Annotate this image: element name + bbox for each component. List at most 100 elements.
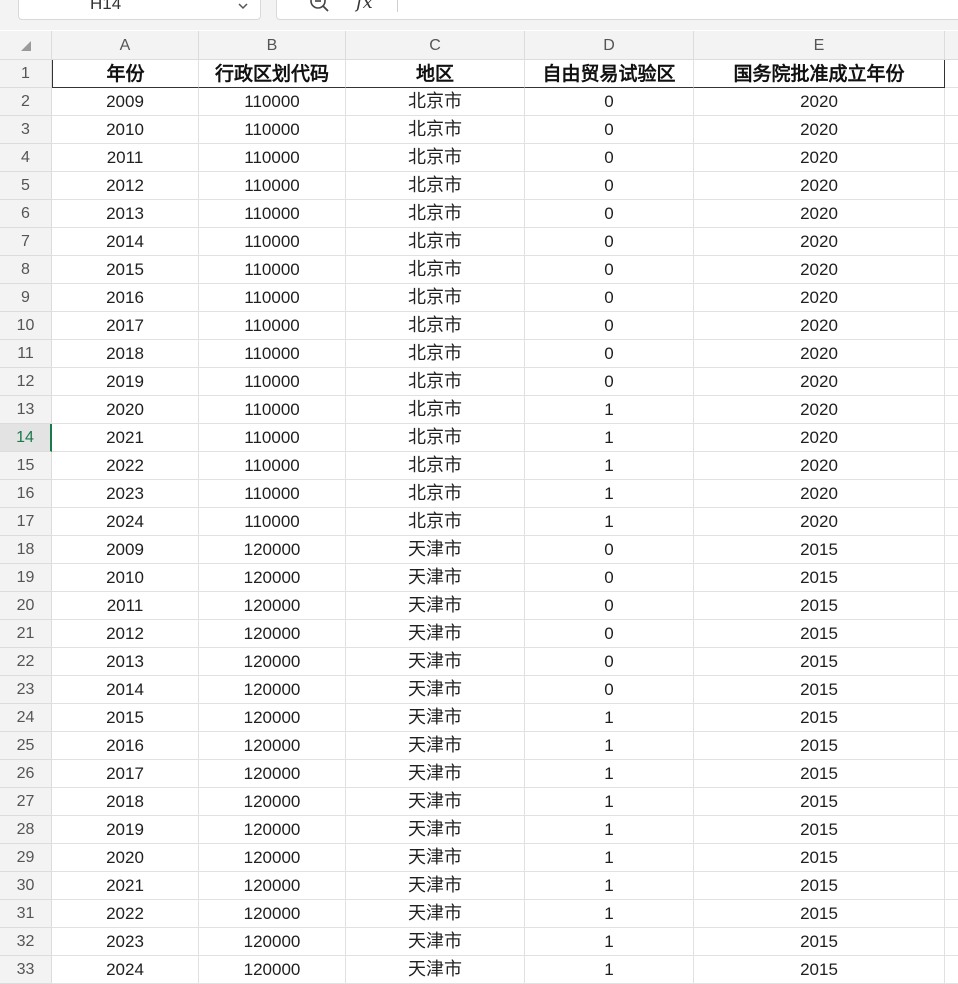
table-cell[interactable]: 2020 xyxy=(694,312,945,340)
empty-cell[interactable] xyxy=(945,144,958,172)
table-cell[interactable]: 120000 xyxy=(199,956,346,984)
table-cell[interactable]: 北京市 xyxy=(346,284,525,312)
column-header-f[interactable] xyxy=(945,31,958,60)
table-cell[interactable]: 110000 xyxy=(199,284,346,312)
row-header[interactable]: 31 xyxy=(0,900,52,928)
empty-cell[interactable] xyxy=(945,172,958,200)
name-box[interactable] xyxy=(18,0,261,20)
empty-cell[interactable] xyxy=(945,312,958,340)
function-icon[interactable]: fx xyxy=(356,0,373,13)
table-cell[interactable]: 120000 xyxy=(199,620,346,648)
table-cell[interactable]: 120000 xyxy=(199,536,346,564)
table-cell[interactable]: 2015 xyxy=(694,648,945,676)
table-cell[interactable]: 2014 xyxy=(52,676,199,704)
table-cell[interactable]: 2020 xyxy=(694,228,945,256)
table-cell[interactable]: 1 xyxy=(525,452,694,480)
table-cell[interactable]: 0 xyxy=(525,144,694,172)
table-cell[interactable]: 0 xyxy=(525,88,694,116)
table-cell[interactable]: 110000 xyxy=(199,396,346,424)
table-cell[interactable]: 2022 xyxy=(52,452,199,480)
table-cell[interactable]: 北京市 xyxy=(346,480,525,508)
table-cell[interactable]: 2010 xyxy=(52,116,199,144)
empty-cell[interactable] xyxy=(945,200,958,228)
table-cell[interactable]: 2015 xyxy=(694,928,945,956)
table-cell[interactable]: 2010 xyxy=(52,564,199,592)
table-cell[interactable]: 120000 xyxy=(199,704,346,732)
table-cell[interactable]: 天津市 xyxy=(346,564,525,592)
row-header[interactable]: 24 xyxy=(0,704,52,732)
header-cell[interactable]: 年份 xyxy=(52,60,199,88)
row-header[interactable]: 9 xyxy=(0,284,52,312)
table-cell[interactable]: 2020 xyxy=(694,284,945,312)
table-cell[interactable]: 2015 xyxy=(694,732,945,760)
table-cell[interactable]: 2014 xyxy=(52,228,199,256)
empty-cell[interactable] xyxy=(945,340,958,368)
row-header[interactable]: 29 xyxy=(0,844,52,872)
row-header[interactable]: 13 xyxy=(0,396,52,424)
empty-cell[interactable] xyxy=(945,116,958,144)
empty-cell[interactable] xyxy=(945,424,958,452)
table-cell[interactable]: 2020 xyxy=(694,172,945,200)
table-cell[interactable]: 110000 xyxy=(199,340,346,368)
column-header-c[interactable]: C xyxy=(346,31,525,60)
table-cell[interactable]: 2017 xyxy=(52,312,199,340)
table-cell[interactable]: 2009 xyxy=(52,536,199,564)
table-cell[interactable]: 110000 xyxy=(199,172,346,200)
table-cell[interactable]: 110000 xyxy=(199,256,346,284)
table-cell[interactable]: 2015 xyxy=(694,900,945,928)
table-cell[interactable]: 北京市 xyxy=(346,312,525,340)
table-cell[interactable]: 110000 xyxy=(199,424,346,452)
row-header[interactable]: 19 xyxy=(0,564,52,592)
spreadsheet-grid[interactable]: A B C D E 1 年份 行政区划代码 地区 自由贸易试验区 国务院批准成立年份 2 2009 110… xyxy=(0,31,958,984)
table-cell[interactable]: 2015 xyxy=(694,564,945,592)
table-cell[interactable]: 110000 xyxy=(199,116,346,144)
table-cell[interactable]: 2020 xyxy=(694,144,945,172)
row-header[interactable]: 22 xyxy=(0,648,52,676)
table-cell[interactable]: 120000 xyxy=(199,844,346,872)
table-cell[interactable]: 2020 xyxy=(694,452,945,480)
table-cell[interactable]: 北京市 xyxy=(346,452,525,480)
table-cell[interactable]: 2016 xyxy=(52,284,199,312)
row-header[interactable]: 27 xyxy=(0,788,52,816)
column-header-b[interactable]: B xyxy=(199,31,346,60)
row-header[interactable]: 7 xyxy=(0,228,52,256)
table-cell[interactable]: 2011 xyxy=(52,592,199,620)
table-cell[interactable]: 北京市 xyxy=(346,116,525,144)
table-cell[interactable]: 2015 xyxy=(52,256,199,284)
table-cell[interactable]: 北京市 xyxy=(346,340,525,368)
table-cell[interactable]: 2015 xyxy=(694,844,945,872)
table-cell[interactable]: 1 xyxy=(525,844,694,872)
table-cell[interactable]: 北京市 xyxy=(346,228,525,256)
table-cell[interactable]: 2020 xyxy=(694,256,945,284)
table-cell[interactable]: 2016 xyxy=(52,732,199,760)
table-cell[interactable]: 2012 xyxy=(52,620,199,648)
row-header[interactable]: 5 xyxy=(0,172,52,200)
table-cell[interactable]: 2019 xyxy=(52,368,199,396)
table-cell[interactable]: 北京市 xyxy=(346,88,525,116)
table-cell[interactable]: 1 xyxy=(525,480,694,508)
column-header-a[interactable]: A xyxy=(52,31,199,60)
table-cell[interactable]: 120000 xyxy=(199,648,346,676)
table-cell[interactable]: 120000 xyxy=(199,732,346,760)
table-cell[interactable]: 120000 xyxy=(199,928,346,956)
empty-cell[interactable] xyxy=(945,760,958,788)
table-cell[interactable]: 2015 xyxy=(694,592,945,620)
table-cell[interactable]: 2020 xyxy=(694,368,945,396)
table-cell[interactable]: 1 xyxy=(525,956,694,984)
row-header[interactable]: 33 xyxy=(0,956,52,984)
table-cell[interactable]: 0 xyxy=(525,340,694,368)
header-cell[interactable]: 行政区划代码 xyxy=(199,60,346,88)
row-header[interactable]: 11 xyxy=(0,340,52,368)
empty-cell[interactable] xyxy=(945,676,958,704)
row-header[interactable]: 12 xyxy=(0,368,52,396)
table-cell[interactable]: 2024 xyxy=(52,956,199,984)
table-cell[interactable]: 2018 xyxy=(52,340,199,368)
table-cell[interactable]: 2019 xyxy=(52,816,199,844)
table-cell[interactable]: 2020 xyxy=(694,340,945,368)
table-cell[interactable]: 天津市 xyxy=(346,676,525,704)
table-cell[interactable]: 1 xyxy=(525,760,694,788)
row-header[interactable]: 3 xyxy=(0,116,52,144)
table-cell[interactable]: 0 xyxy=(525,564,694,592)
table-cell[interactable]: 110000 xyxy=(199,452,346,480)
table-cell[interactable]: 120000 xyxy=(199,872,346,900)
